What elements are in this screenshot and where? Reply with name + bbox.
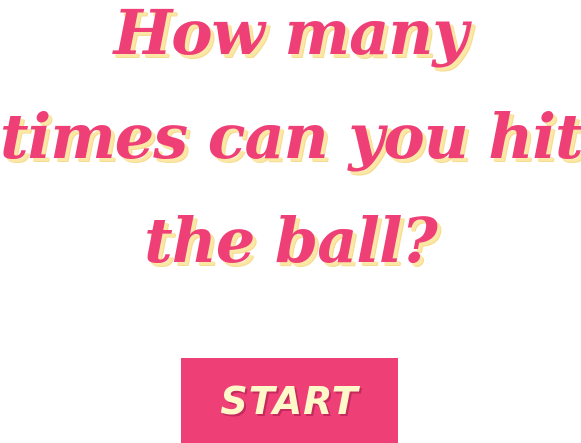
start-button-label: START <box>220 378 359 423</box>
game-screen: How many times can you hit the ball? STA… <box>0 0 581 443</box>
title-line-2: times can you hit <box>0 100 581 173</box>
title-line-3: the ball? <box>144 204 438 277</box>
title-line-1: How many <box>113 0 469 69</box>
start-button[interactable]: START <box>181 358 398 443</box>
